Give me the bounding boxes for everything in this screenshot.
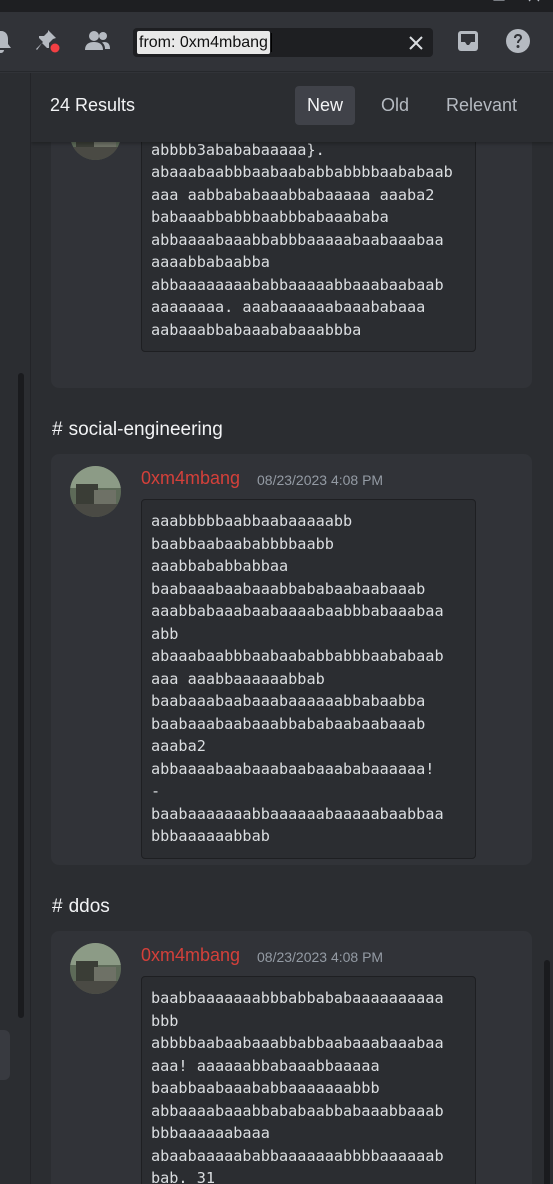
message-code-block: aaabbbbbaabbaabaaaaabb baabbaabaababbbba…: [141, 499, 476, 859]
channel-toolbar: from: 0xm4mbang: [0, 12, 553, 72]
inbox-icon[interactable]: [453, 26, 483, 56]
message-timestamp: 08/23/2023 4:08 PM: [257, 949, 384, 965]
hashtag-icon: #: [52, 896, 63, 917]
channel-name: ddos: [68, 896, 110, 917]
message-code-block: baabbaaaaaaabbbabbababaaaaaaaaaa bbb abb…: [141, 976, 476, 1184]
title-bar: [0, 0, 553, 12]
search-result-card[interactable]: 0xm4mbang 08/23/2023 4:08 PM baabbaaaaaa…: [51, 931, 532, 1184]
search-result-card[interactable]: 0xm4mbang 08/23/2023 4:08 PM aaabbbbbaab…: [51, 454, 532, 865]
sort-old-button[interactable]: Old: [369, 86, 421, 125]
sort-relevant-button[interactable]: Relevant: [434, 86, 529, 125]
sort-new-button[interactable]: New: [295, 86, 356, 125]
avatar[interactable]: [70, 943, 121, 994]
members-icon[interactable]: [82, 26, 112, 56]
search-input[interactable]: from: 0xm4mbang: [137, 31, 272, 54]
channel-heading[interactable]: # ddos: [52, 896, 110, 918]
channel-heading[interactable]: # social-engineering: [52, 419, 223, 441]
search-results-panel: 24 Results New Old Relevant 08{baaba3abb…: [31, 73, 553, 1184]
search-result-card[interactable]: 08{baaba3abbabbaabb14baabaaaaaa_ abbbb3a…: [51, 105, 532, 388]
message-author[interactable]: 0xm4mbang: [141, 468, 240, 489]
results-header: 24 Results New Old Relevant: [31, 73, 553, 142]
search-box[interactable]: from: 0xm4mbang: [133, 28, 433, 57]
clear-search-icon[interactable]: [405, 32, 427, 54]
sidebar-scrollbar[interactable]: [18, 373, 24, 1018]
pin-icon[interactable]: [33, 26, 63, 56]
channel-sidebar-edge: [0, 73, 31, 1184]
sidebar-handle: [0, 1030, 10, 1080]
channel-name: social-engineering: [68, 419, 223, 440]
message-timestamp: 08/23/2023 4:08 PM: [257, 472, 384, 488]
message-author[interactable]: 0xm4mbang: [141, 945, 240, 966]
maximize-icon[interactable]: [492, 0, 506, 8]
avatar[interactable]: [70, 466, 121, 517]
bell-icon[interactable]: [0, 26, 16, 56]
message-code-block: 08{baaba3abbabbaabb14baabaaaaaa_ abbbb3a…: [141, 105, 476, 352]
hashtag-icon: #: [52, 419, 63, 440]
results-count: 24 Results: [50, 95, 136, 115]
close-window-icon[interactable]: [527, 0, 541, 8]
results-scrollbar[interactable]: [544, 960, 550, 1184]
help-icon[interactable]: [503, 26, 533, 56]
